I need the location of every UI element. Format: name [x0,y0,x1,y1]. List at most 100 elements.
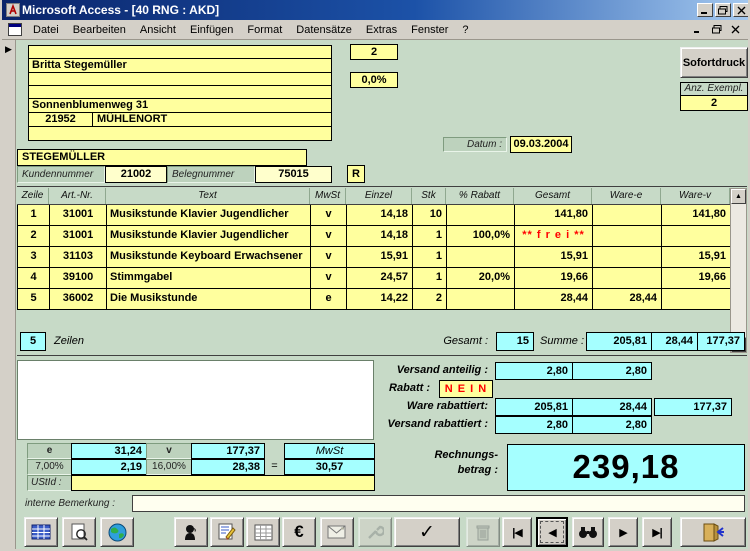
cell-ware-e[interactable] [593,268,662,288]
interne-bemerkung-field[interactable] [132,495,745,512]
restore-button[interactable] [715,3,731,17]
customer-name-field[interactable]: Britta Stegemüller [29,59,331,73]
web-button[interactable] [100,517,134,547]
table-button[interactable] [246,517,280,547]
customer-field-3[interactable] [29,73,331,86]
cell-mwst[interactable]: v [311,247,347,267]
cell-artnr[interactable]: 31001 [50,205,107,225]
cell-rabatt[interactable] [447,205,515,225]
customer-zip-field[interactable]: 21952 [29,113,93,126]
cell-einzel[interactable]: 24,57 [347,268,413,288]
rabatt-nein-field[interactable]: N E I N [439,380,493,398]
cell-rabatt[interactable]: 20,0% [447,268,515,288]
mail-button[interactable] [320,517,354,547]
cell-stk[interactable]: 1 [413,268,447,288]
cell-gesamt[interactable]: 141,80 [515,205,593,225]
cell-einzel[interactable]: 14,18 [347,205,413,225]
previous-record-button[interactable]: ◀ [536,517,568,547]
cell-ware-e[interactable]: 28,44 [593,289,662,309]
cell-mwst[interactable]: e [311,289,347,309]
cell-artnr[interactable]: 31103 [50,247,107,267]
minimize-button[interactable] [697,3,713,17]
belegnummer-field[interactable]: 75015 [255,166,332,183]
cell-ware-v[interactable]: 15,91 [662,247,731,267]
customer-street-field[interactable]: Sonnenblumenweg 31 [29,99,331,113]
cell-artnr[interactable]: 39100 [50,268,107,288]
ustid-field[interactable] [71,475,375,491]
note-box[interactable] [17,360,374,440]
cell-ware-e[interactable] [593,226,662,246]
cell-gesamt-frei[interactable]: ** f r e i ** [515,226,593,246]
table-scrollbar[interactable]: ▲ ▼ [730,188,747,353]
rabatt-percent-field[interactable]: 0,0% [350,72,398,88]
cell-stk[interactable]: 10 [413,205,447,225]
cell-gesamt[interactable]: 19,66 [515,268,593,288]
cell-einzel[interactable]: 14,22 [347,289,413,309]
cell-ware-e[interactable] [593,247,662,267]
cell-text[interactable]: Musikstunde Klavier Jugendlicher [107,226,311,246]
mdi-close-button[interactable] [728,23,743,36]
cell-mwst[interactable]: v [311,205,347,225]
scroll-up-button[interactable]: ▲ [731,189,746,204]
cell-mwst[interactable]: v [311,268,347,288]
customer-field-4[interactable] [29,86,331,99]
cell-zeile[interactable]: 5 [18,289,50,309]
confirm-button[interactable]: ✓ [394,517,460,547]
exit-button[interactable] [680,517,746,547]
record-selector-bar[interactable] [2,40,16,551]
menu-format[interactable]: Format [240,22,289,38]
tools-button[interactable] [358,517,392,547]
cell-zeile[interactable]: 4 [18,268,50,288]
cell-rabatt[interactable]: 100,0% [447,226,515,246]
cell-ware-v[interactable] [662,226,731,246]
cell-ware-v[interactable]: 19,66 [662,268,731,288]
cell-gesamt[interactable]: 28,44 [515,289,593,309]
copies-field[interactable]: 2 [350,44,398,60]
cell-text[interactable]: Stimmgabel [107,268,311,288]
menu-fenster[interactable]: Fenster [404,22,455,38]
anz-exempl-field[interactable]: 2 [680,95,748,111]
menu-hilfe[interactable]: ? [455,22,475,38]
cell-rabatt[interactable] [447,289,515,309]
cell-ware-v[interactable]: 141,80 [662,205,731,225]
cell-einzel[interactable]: 15,91 [347,247,413,267]
cell-text[interactable]: Musikstunde Keyboard Erwachsener [107,247,311,267]
next-record-button[interactable]: ▶ [608,517,638,547]
find-button[interactable] [572,517,604,547]
datum-field[interactable]: 09.03.2004 [510,136,572,153]
menu-datei[interactable]: Datei [26,22,66,38]
cell-einzel[interactable]: 14,18 [347,226,413,246]
rechnung-r-button[interactable]: R [347,165,365,183]
customer-field-7[interactable] [29,127,331,140]
cell-gesamt[interactable]: 15,91 [515,247,593,267]
cell-ware-e[interactable] [593,205,662,225]
mdi-minimize-button[interactable] [690,23,705,36]
cell-text[interactable]: Musikstunde Klavier Jugendlicher [107,205,311,225]
close-button[interactable] [733,3,749,17]
customer-field-1[interactable] [29,46,331,59]
cell-stk[interactable]: 2 [413,289,447,309]
cell-zeile[interactable]: 3 [18,247,50,267]
datasheet-button[interactable] [24,517,58,547]
euro-button[interactable]: € [282,517,316,547]
print-preview-button[interactable] [62,517,96,547]
cell-rabatt[interactable] [447,247,515,267]
cell-ware-v[interactable] [662,289,731,309]
kundennummer-field[interactable]: 21002 [105,166,167,183]
menu-einfuegen[interactable]: Einfügen [183,22,240,38]
delete-button[interactable] [466,517,500,547]
cell-zeile[interactable]: 1 [18,205,50,225]
last-record-button[interactable]: ▶| [642,517,672,547]
menu-extras[interactable]: Extras [359,22,404,38]
cell-artnr[interactable]: 31001 [50,226,107,246]
cell-zeile[interactable]: 2 [18,226,50,246]
menu-datensaetze[interactable]: Datensätze [289,22,359,38]
mdi-restore-button[interactable] [709,23,724,36]
menu-ansicht[interactable]: Ansicht [133,22,183,38]
menu-bearbeiten[interactable]: Bearbeiten [66,22,133,38]
customer-button[interactable] [174,517,208,547]
customer-city-field[interactable]: MÜHLENORT [93,113,331,126]
cell-text[interactable]: Die Musikstunde [107,289,311,309]
match-name-field[interactable]: STEGEMÜLLER [17,149,307,166]
cell-mwst[interactable]: v [311,226,347,246]
